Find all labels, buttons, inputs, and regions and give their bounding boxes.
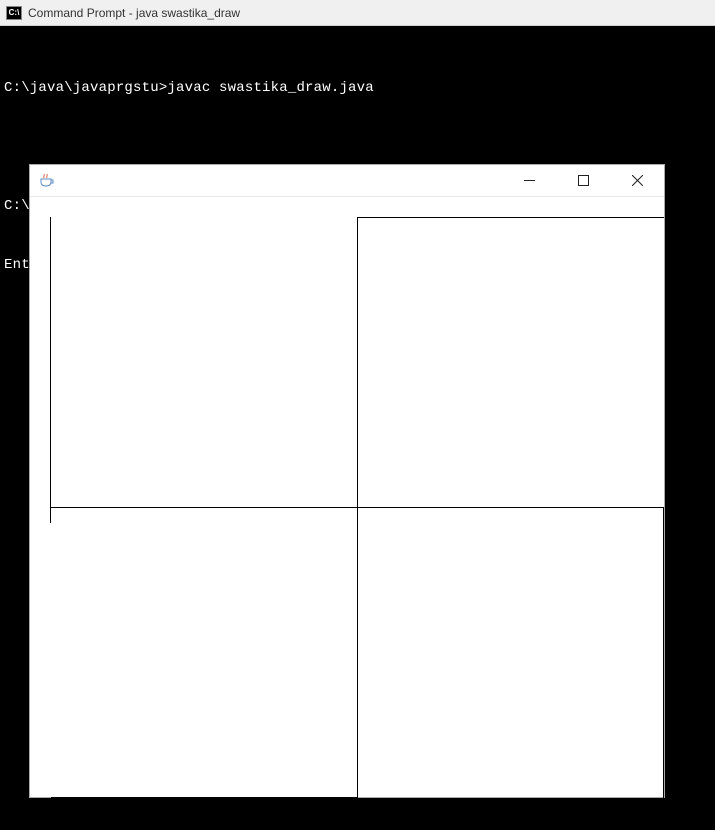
cmd-icon: C:\ [6,6,22,20]
drawn-line [51,797,357,798]
window-controls [514,166,656,196]
java-titlebar[interactable] [30,165,664,197]
java-window [29,164,665,798]
close-button[interactable] [622,166,652,196]
cmd-titlebar: C:\ Command Prompt - java swastika_draw [0,0,715,26]
minimize-button[interactable] [514,166,544,196]
cmd-title: Command Prompt - java swastika_draw [28,6,240,20]
drawn-line [358,217,664,218]
drawn-line [356,217,357,830]
java-canvas [30,197,664,797]
drawn-line [50,217,51,523]
maximize-button[interactable] [568,166,598,196]
java-cup-icon [38,173,54,189]
console-line: C:\java\javaprgstu>javac swastika_draw.j… [4,79,711,99]
drawn-line [663,507,664,813]
console-line [4,138,711,158]
